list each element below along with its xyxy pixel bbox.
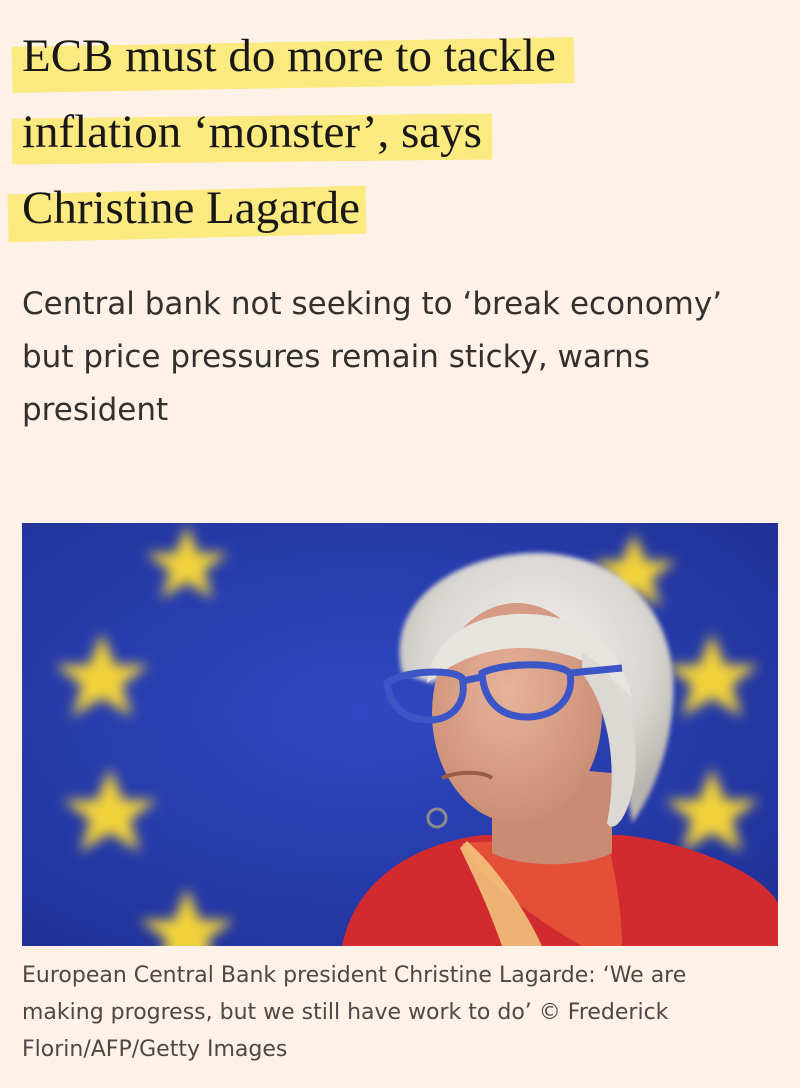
headline-line: inflation ‘monster’, says	[11, 94, 493, 170]
standfirst-line: Central bank not seeking to ‘break econo…	[22, 286, 723, 322]
caption-line: making progress, but we still have work …	[22, 1000, 669, 1025]
headline-line: Christine Lagarde	[7, 170, 367, 246]
standfirst-line: president	[22, 392, 169, 428]
photo-illustration	[22, 523, 778, 946]
standfirst-line: but price pressures remain sticky, warns	[22, 339, 650, 375]
photo-caption: European Central Bank president Christin…	[22, 957, 782, 1068]
article-headline: ECB must do more to tackle inflation ‘mo…	[7, 18, 782, 246]
caption-line: Florin/AFP/Getty Images	[22, 1037, 288, 1062]
headline-line: ECB must do more to tackle	[11, 18, 575, 94]
caption-line: European Central Bank president Christin…	[22, 963, 687, 988]
article-standfirst: Central bank not seeking to ‘break econo…	[22, 278, 782, 437]
article-photo[interactable]	[22, 523, 778, 946]
